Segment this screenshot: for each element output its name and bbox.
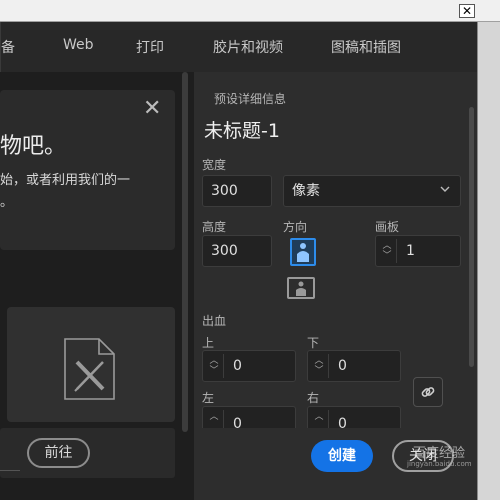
landscape-icon xyxy=(296,281,306,296)
bleed-label: 出血 xyxy=(202,314,227,328)
details-scrollbar[interactable] xyxy=(469,107,474,367)
left-panel: ✕ 物吧。 始，或者利用我们的一 。 前往 xyxy=(0,72,192,500)
watermark: 百度经验 jingyan.baidu.com xyxy=(395,440,500,472)
divider xyxy=(0,470,20,471)
divider xyxy=(396,239,397,263)
document-name-field[interactable]: 未标题-1 xyxy=(204,116,280,143)
welcome-card: ✕ 物吧。 始，或者利用我们的一 。 xyxy=(0,90,175,250)
go-button[interactable]: 前往 xyxy=(27,438,90,468)
height-label: 高度 xyxy=(202,220,227,234)
close-icon[interactable]: ✕ xyxy=(143,96,161,121)
stepper-arrows-icon[interactable]: ︿ ﹀ xyxy=(382,241,392,261)
welcome-card-text: 始，或者利用我们的一 。 xyxy=(0,170,130,214)
stepper-arrows-icon[interactable]: ︿ ﹀ xyxy=(314,356,324,376)
left-footer-bar: 前往 xyxy=(0,428,175,478)
unit-select[interactable]: 像素 xyxy=(283,175,461,207)
create-button[interactable]: 创建 xyxy=(311,440,373,472)
welcome-card-title: 物吧。 xyxy=(0,134,67,159)
bleed-right-value: 0 xyxy=(338,416,347,428)
bleed-top-stepper[interactable]: ︿ ﹀ 0 xyxy=(202,350,296,382)
tab-mobile[interactable]: 备 xyxy=(1,37,15,57)
landscape-orientation-button[interactable] xyxy=(287,277,315,299)
tab-print[interactable]: 打印 xyxy=(136,37,164,57)
stepper-arrows-icon[interactable]: ︿ xyxy=(209,412,219,428)
link-bleed-button[interactable] xyxy=(413,377,443,407)
tab-web[interactable]: Web xyxy=(63,37,94,53)
left-scrollbar[interactable] xyxy=(182,72,188,432)
artboard-label: 画板 xyxy=(375,220,400,234)
bleed-left-label: 左 xyxy=(202,391,215,405)
divider xyxy=(328,354,329,378)
portrait-icon xyxy=(297,243,309,262)
artboard-stepper[interactable]: ︿ ﹀ 1 xyxy=(375,235,461,267)
bleed-bottom-value: 0 xyxy=(338,358,347,374)
bleed-right-stepper[interactable]: ︿ 0 xyxy=(307,406,401,428)
bleed-left-value: 0 xyxy=(233,416,242,428)
bleed-top-value: 0 xyxy=(233,358,242,374)
chevron-down-icon xyxy=(440,186,450,192)
window-title-strip: ✕ xyxy=(0,0,500,22)
artboard-value: 1 xyxy=(406,243,415,259)
bleed-bottom-stepper[interactable]: ︿ ﹀ 0 xyxy=(307,350,401,382)
bleed-top-label: 上 xyxy=(202,336,215,350)
portrait-orientation-button[interactable] xyxy=(290,238,316,266)
blank-document-tile[interactable] xyxy=(7,307,175,422)
window-edge-rail xyxy=(477,22,500,500)
bleed-right-label: 右 xyxy=(307,391,320,405)
bleed-left-stepper[interactable]: ︿ 0 xyxy=(202,406,296,428)
divider xyxy=(223,354,224,378)
height-input[interactable]: 300 xyxy=(202,235,272,267)
stepper-arrows-icon[interactable]: ︿ ﹀ xyxy=(209,356,219,376)
watermark-subtext: jingyan.baidu.com xyxy=(407,460,472,468)
stepper-arrows-icon[interactable]: ︿ xyxy=(314,412,324,428)
document-with-ruler-pencil-icon xyxy=(64,338,115,400)
tab-film-video[interactable]: 胶片和视频 xyxy=(213,37,283,57)
divider xyxy=(223,410,224,428)
welcome-card-text-line1: 始，或者利用我们的一 xyxy=(0,173,131,188)
link-icon xyxy=(421,387,435,397)
preset-details-heading: 预设详细信息 xyxy=(214,92,287,106)
divider xyxy=(328,410,329,428)
window-close-button[interactable]: ✕ xyxy=(459,4,475,18)
welcome-card-text-line2: 。 xyxy=(0,195,14,210)
bleed-bottom-label: 下 xyxy=(307,336,320,350)
watermark-text: 百度经验 xyxy=(413,446,466,461)
preset-details-panel: 预设详细信息 未标题-1 宽度 300 像素 高度 300 方向 画板 ︿ ﹀ 1… xyxy=(194,72,477,500)
unit-select-value: 像素 xyxy=(292,183,320,199)
width-label: 宽度 xyxy=(202,158,227,172)
preset-tab-bar: 备 Web 打印 胶片和视频 图稿和插图 xyxy=(0,22,477,72)
tab-art-illustration[interactable]: 图稿和插图 xyxy=(331,37,401,57)
width-input[interactable]: 300 xyxy=(202,175,272,207)
orientation-label: 方向 xyxy=(283,220,308,234)
